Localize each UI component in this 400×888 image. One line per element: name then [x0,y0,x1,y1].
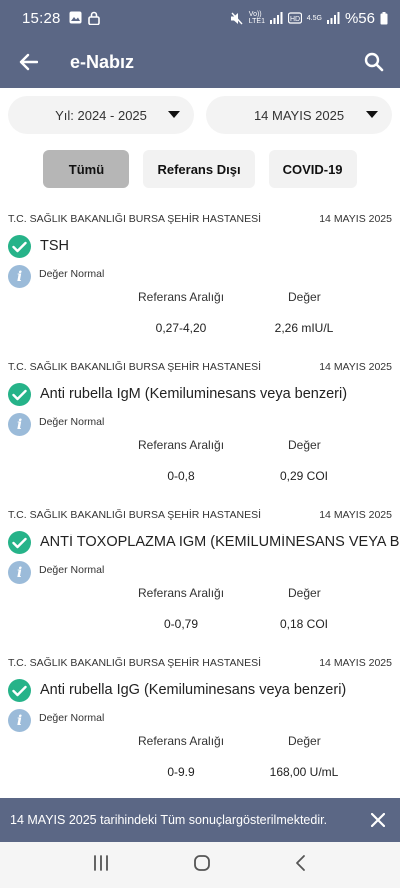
arrow-left-icon [19,53,38,71]
result-item[interactable]: T.C. SAĞLIK BAKANLIĞI BURSA ŞEHİR HASTAN… [0,352,400,500]
date-dropdown[interactable]: 14 MAYIS 2025 [206,96,392,134]
result-status: Değer Normal [39,564,105,576]
chip-out-of-range[interactable]: Referans Dışı [143,150,255,188]
result-status: Değer Normal [39,268,105,280]
result-status: Değer Normal [39,712,105,724]
results-list: T.C. SAĞLIK BAKANLIĞI BURSA ŞEHİR HASTAN… [0,204,400,796]
result-item[interactable]: T.C. SAĞLIK BAKANLIĞI BURSA ŞEHİR HASTAN… [0,500,400,648]
search-icon [364,52,384,72]
result-date: 14 MAYIS 2025 [319,213,392,225]
check-icon [8,679,31,702]
value-header: Değer [288,734,321,748]
value-header: Değer [288,438,321,452]
system-nav-bar [0,842,400,888]
signal-icon [269,12,283,24]
recents-button[interactable] [92,854,110,876]
recents-icon [93,854,108,871]
result-value: 0,18 COI [279,617,329,631]
info-icon[interactable]: i [8,561,31,584]
filter-bar: Yıl: 2024 - 2025 14 MAYIS 2025 [8,96,392,134]
lock-icon [87,11,100,25]
result-date: 14 MAYIS 2025 [319,509,392,521]
search-button[interactable] [348,36,400,88]
info-icon[interactable]: i [8,265,31,288]
year-dropdown-label: Yıl: 2024 - 2025 [55,107,147,123]
chip-all[interactable]: Tümü [43,150,130,188]
hospital-name: T.C. SAĞLIK BAKANLIĞI BURSA ŞEHİR HASTAN… [8,213,262,225]
check-icon [8,531,31,554]
reference-range-value: 0-0,79 [163,617,199,631]
svg-text:HD: HD [290,16,300,23]
value-header: Değer [288,586,321,600]
category-chips: Tümü Referans Dışı COVID-19 [0,150,400,188]
value-header: Değer [288,290,321,304]
hospital-name: T.C. SAĞLIK BAKANLIĞI BURSA ŞEHİR HASTAN… [8,509,262,521]
status-bar: 15:28 Vo)) LTE1 HD 4.5G %56 [0,0,400,36]
status-time: 15:28 [22,9,61,27]
test-name: Anti rubella IgG (Kemiluminesans veya be… [40,682,347,698]
page-title: e-Nabız [70,51,135,72]
test-name: Anti rubella IgM (Kemiluminesans veya be… [40,386,348,402]
result-item[interactable]: T.C. SAĞLIK BAKANLIĞI BURSA ŞEHİR HASTAN… [0,648,400,796]
home-icon [194,854,210,871]
snackbar: 14 MAYIS 2025 tarihindeki Tüm sonuçlargö… [0,798,400,842]
battery-icon [380,11,388,24]
hospital-name: T.C. SAĞLIK BAKANLIĞI BURSA ŞEHİR HASTAN… [8,657,262,669]
result-value: 2,26 mIU/L [274,321,334,335]
back-button[interactable] [0,36,56,88]
network2-label: 4.5G [306,14,322,22]
home-button[interactable] [193,854,211,877]
result-status: Değer Normal [39,416,105,428]
result-item[interactable]: T.C. SAĞLIK BAKANLIĞI BURSA ŞEHİR HASTAN… [0,204,400,352]
result-date: 14 MAYIS 2025 [319,657,392,669]
caret-down-icon [168,111,180,118]
reference-range-header: Referans Aralığı [138,586,225,600]
reference-range-header: Referans Aralığı [138,734,225,748]
snackbar-message: 14 MAYIS 2025 tarihindeki Tüm sonuçlargö… [10,813,328,827]
app-bar: e-Nabız [0,36,400,88]
date-dropdown-label: 14 MAYIS 2025 [253,107,345,123]
back-nav-button[interactable] [294,854,308,877]
reference-range-header: Referans Aralığı [138,290,225,304]
info-icon[interactable]: i [8,709,31,732]
check-icon [8,235,31,258]
result-date: 14 MAYIS 2025 [319,361,392,373]
chevron-left-icon [296,854,306,871]
hospital-name: T.C. SAĞLIK BAKANLIĞI BURSA ŞEHİR HASTAN… [8,361,262,373]
close-icon [371,813,385,827]
year-dropdown[interactable]: Yıl: 2024 - 2025 [8,96,194,134]
caret-down-icon [366,111,378,118]
close-button[interactable] [356,798,400,842]
hd-icon: HD [287,12,302,24]
network-label: Vo)) LTE1 [248,11,265,25]
mute-icon [230,12,243,24]
check-icon [8,383,31,406]
test-name: TSH [40,238,69,254]
result-value: 168,00 U/mL [269,765,339,779]
gallery-icon [69,11,82,24]
reference-range-value: 0-0,8 [167,469,195,483]
chip-covid[interactable]: COVID-19 [268,150,357,188]
info-icon[interactable]: i [8,413,31,436]
test-name: ANTİ TOXOPLAZMA IGM (KEMİLUMİNESANS VEYA… [40,534,400,550]
result-value: 0,29 COI [279,469,329,483]
signal2-icon [326,12,340,24]
reference-range-header: Referans Aralığı [138,438,225,452]
reference-range-value: 0,27-4,20 [155,321,207,335]
reference-range-value: 0-9.9 [167,765,195,779]
battery-level: %56 [344,9,375,27]
